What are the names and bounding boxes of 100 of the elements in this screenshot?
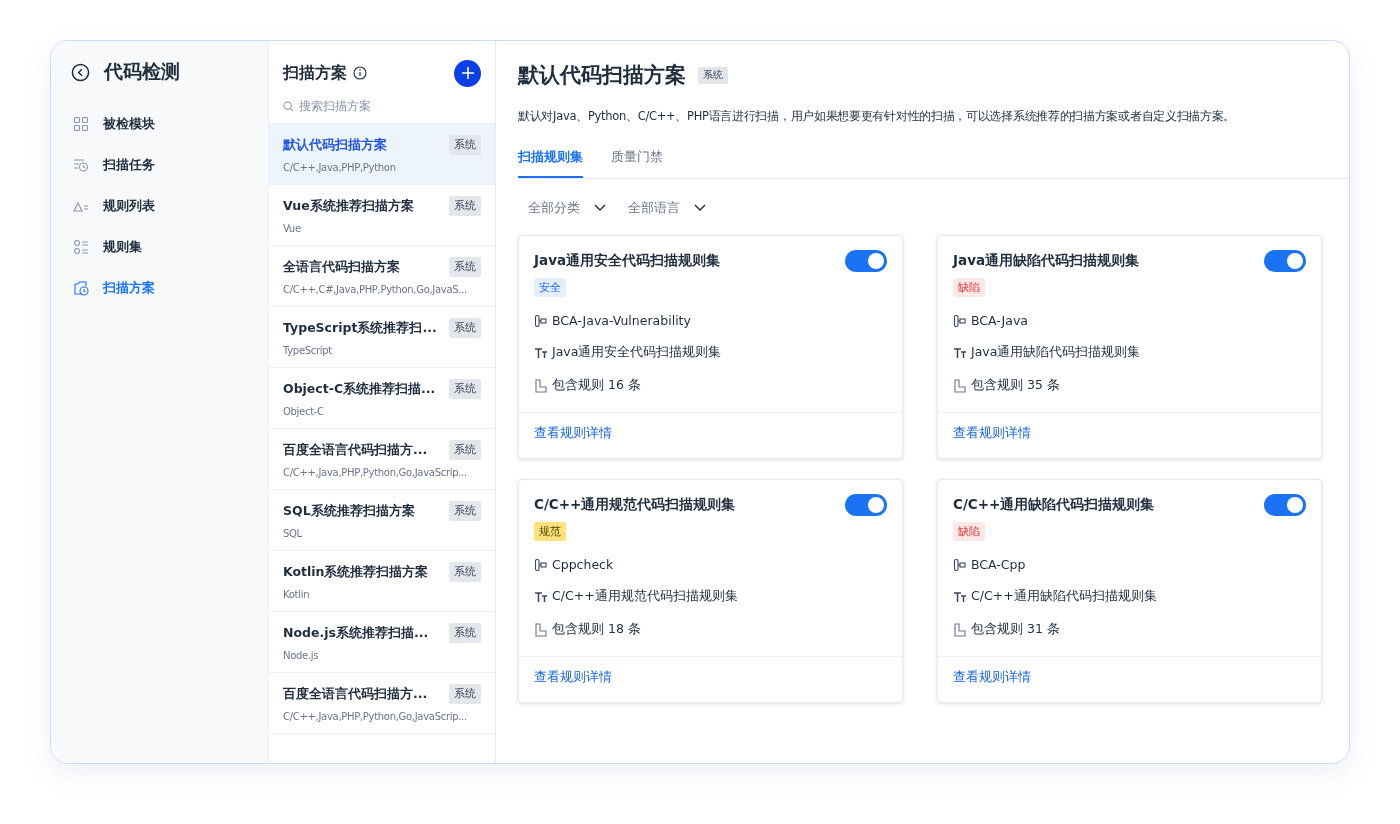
plan-languages: C/C++,Java,PHP,Python — [283, 162, 397, 173]
task-icon — [73, 156, 89, 173]
toggle-switch[interactable] — [845, 494, 887, 516]
text-icon — [953, 345, 967, 360]
info-icon[interactable] — [353, 66, 367, 80]
system-badge: 系统 — [449, 623, 481, 643]
tool-icon — [534, 557, 548, 572]
plan-languages: Node.js — [283, 650, 320, 661]
toggle-switch[interactable] — [1264, 250, 1306, 272]
tool-icon — [953, 313, 967, 328]
plan-languages: Kotlin — [283, 589, 311, 600]
nav-item[interactable]: 扫描任务 — [71, 144, 248, 185]
system-badge: 系统 — [449, 440, 481, 460]
toggle-switch[interactable] — [1264, 494, 1306, 516]
plan-languages: SQL — [283, 528, 303, 539]
filter-dropdown[interactable]: 全部分类 — [528, 199, 606, 217]
system-badge: 系统 — [449, 562, 481, 582]
grid-icon — [73, 115, 89, 132]
plan-name: 默认代码扫描方案 — [283, 136, 387, 154]
plan-languages: C/C++,Java,PHP,Python,Go,JavaScrip... — [283, 711, 468, 722]
filter-dropdown[interactable]: 全部语言 — [628, 199, 706, 217]
plan-name: Vue系统推荐扫描方案 — [283, 197, 414, 215]
rule-details-link[interactable]: 查看规则详情 — [938, 412, 1321, 458]
rules-icon — [534, 378, 548, 393]
plan-name: 百度全语言代码扫描方... — [283, 685, 428, 703]
rules-icon — [534, 622, 548, 637]
category-tag: 规范 — [534, 522, 566, 541]
rules-icon — [953, 378, 967, 393]
system-badge: 系统 — [449, 379, 481, 399]
plan-item[interactable]: 百度全语言代码扫描方... 系统 C/C++,Java,PHP,Python,Go,JavaScrip... — [269, 429, 495, 490]
nav-item[interactable]: 规则列表 — [71, 185, 248, 226]
ruleset-title: C/C++通用缺陷代码扫描规则集 — [953, 496, 1155, 514]
nav-item[interactable]: 扫描方案 — [71, 267, 248, 308]
system-badge: 系统 — [449, 684, 481, 704]
ruleset-name: C/C++通用缺陷代码扫描规则集 — [971, 588, 1157, 605]
plan-item[interactable]: 全语言代码扫描方案 系统 C/C++,C#,Java,PHP,Python,Go,JavaS... — [269, 246, 495, 307]
rules-icon — [953, 622, 967, 637]
plan-item[interactable]: Object-C系统推荐扫描... 系统 Object-C — [269, 368, 495, 429]
tool-icon — [534, 313, 548, 328]
plan-name: Kotlin系统推荐扫描方案 — [283, 563, 429, 581]
tab[interactable]: 质量门禁 — [611, 148, 663, 178]
nav-item[interactable]: 被检模块 — [71, 103, 248, 144]
plan-languages: C/C++,C#,Java,PHP,Python,Go,JavaS... — [283, 284, 468, 295]
ruleset-title: Java通用缺陷代码扫描规则集 — [953, 252, 1140, 270]
plan-name: TypeScript系统推荐扫... — [283, 319, 437, 337]
set-icon — [73, 238, 89, 255]
chevron-down-icon — [594, 204, 606, 212]
system-badge: 系统 — [449, 318, 481, 338]
plan-item[interactable]: Vue系统推荐扫描方案 系统 Vue — [269, 185, 495, 246]
plan-name: 全语言代码扫描方案 — [283, 258, 400, 276]
category-tag: 安全 — [534, 278, 566, 297]
category-tag: 缺陷 — [953, 522, 985, 541]
ruleset-title: Java通用安全代码扫描规则集 — [534, 252, 721, 270]
ruleset-title: C/C++通用规范代码扫描规则集 — [534, 496, 736, 514]
rule-details-link[interactable]: 查看规则详情 — [519, 412, 902, 458]
search-icon — [283, 100, 294, 112]
rule-count: 包含规则 18 条 — [552, 621, 641, 638]
plan-item[interactable]: Kotlin系统推荐扫描方案 系统 Kotlin — [269, 551, 495, 612]
tool-icon — [953, 557, 967, 572]
ruleset-name: Java通用缺陷代码扫描规则集 — [971, 344, 1141, 361]
system-badge: 系统 — [449, 501, 481, 521]
tool-name: BCA-Java — [971, 313, 1028, 328]
search-field[interactable]: 搜索扫描方案 — [299, 99, 469, 113]
system-badge: 系统 — [449, 196, 481, 216]
system-badge: 系统 — [449, 135, 481, 155]
rule-count: 包含规则 35 条 — [971, 377, 1060, 394]
text-icon — [534, 345, 548, 360]
ruleset-name: Java通用安全代码扫描规则集 — [552, 344, 722, 361]
plan-name: Object-C系统推荐扫描... — [283, 380, 436, 398]
plan-languages: C/C++,Java,PHP,Python,Go,JavaScrip... — [283, 467, 468, 478]
rule-count: 包含规则 16 条 — [552, 377, 641, 394]
text-icon — [534, 589, 548, 604]
rule-details-link[interactable]: 查看规则详情 — [938, 656, 1321, 702]
tool-name: BCA-Cpp — [971, 557, 1026, 572]
tool-name: Cppcheck — [552, 557, 614, 572]
plan-icon — [73, 279, 89, 296]
chevron-down-icon — [694, 204, 706, 212]
app-title: 代码检测 — [104, 59, 180, 84]
system-badge: 系统 — [698, 66, 728, 84]
plan-item[interactable]: Node.js系统推荐扫描... 系统 Node.js — [269, 612, 495, 673]
toggle-switch[interactable] — [845, 250, 887, 272]
plan-description: 默认对Java、Python、C/C++、PHP语言进行扫描，用户如果想要更有针对性的扫描，可以选择系统推荐的扫描方案或者自定义扫描方案。 — [518, 109, 1237, 124]
plan-item[interactable]: 默认代码扫描方案 系统 C/C++,Java,PHP,Python — [269, 124, 495, 185]
add-button[interactable] — [454, 59, 481, 87]
plan-item[interactable]: TypeScript系统推荐扫... 系统 TypeScript — [269, 307, 495, 368]
plan-title: 默认代码扫描方案 — [518, 62, 686, 89]
rule-details-link[interactable]: 查看规则详情 — [519, 656, 902, 702]
plan-item[interactable]: 百度全语言代码扫描方... 系统 C/C++,Java,PHP,Python,Go,JavaScrip... — [269, 673, 495, 734]
tab[interactable]: 扫描规则集 — [518, 148, 583, 178]
text-icon — [953, 589, 967, 604]
plan-item[interactable]: SQL系统推荐扫描方案 系统 SQL — [269, 490, 495, 551]
category-tag: 缺陷 — [953, 278, 985, 297]
ruleset-name: C/C++通用规范代码扫描规则集 — [552, 588, 738, 605]
back-icon[interactable] — [71, 62, 90, 82]
rule-count: 包含规则 31 条 — [971, 621, 1060, 638]
nav-item[interactable]: 规则集 — [71, 226, 248, 267]
plan-languages: Object-C — [283, 406, 325, 417]
plan-languages: Vue — [283, 223, 302, 234]
plan-name: 百度全语言代码扫描方... — [283, 441, 428, 459]
panel-title: 扫描方案 — [283, 62, 347, 84]
